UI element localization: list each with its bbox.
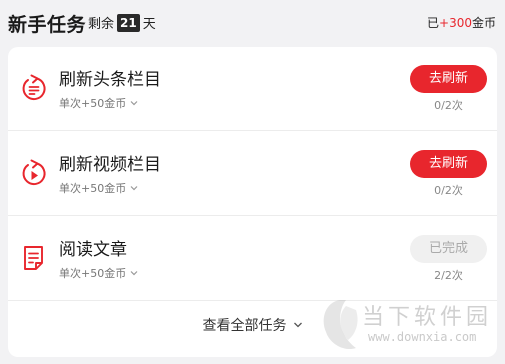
task-reward-label: 单次+50金币 — [59, 97, 127, 110]
refresh-video-button[interactable]: 去刷新 — [410, 150, 487, 178]
row-divider — [8, 130, 497, 131]
task-name: 刷新头条栏目 — [59, 70, 161, 90]
chevron-down-icon — [130, 186, 138, 191]
task-progress: 0/2次 — [434, 184, 463, 197]
chevron-down-icon — [130, 101, 138, 106]
earned-coins: 已+300金币 — [427, 14, 496, 31]
task-row: 刷新头条栏目 单次+50金币 去刷新 0/2次 — [8, 47, 497, 131]
page-title: 新手任务 — [8, 14, 87, 36]
earned-suffix: 金币 — [471, 16, 496, 30]
task-reward-label: 单次+50金币 — [59, 182, 127, 195]
task-progress: 0/2次 — [434, 99, 463, 112]
task-header: 新手任务 剩余 21 天 已+300金币 — [0, 0, 505, 44]
watermark-url: www.downxia.com — [368, 330, 477, 344]
remaining-prefix: 剩余 — [88, 17, 115, 32]
task-name: 阅读文章 — [59, 240, 127, 260]
remaining-suffix: 天 — [142, 17, 156, 32]
chevron-down-icon — [293, 322, 302, 328]
task-reward[interactable]: 单次+50金币 — [59, 265, 138, 281]
refresh-headline-button[interactable]: 去刷新 — [410, 65, 487, 93]
task-progress: 2/2次 — [434, 269, 463, 282]
refresh-list-icon — [22, 74, 46, 101]
remaining-days: 剩余 21 天 — [88, 13, 156, 32]
watermark-text: 当下软件园 — [362, 305, 493, 330]
completed-button: 已完成 — [410, 235, 487, 263]
days-count-badge: 21 — [117, 13, 140, 32]
row-divider — [8, 215, 497, 216]
article-icon — [24, 246, 43, 270]
chevron-down-icon — [130, 271, 138, 276]
view-all-label: 查看全部任务 — [202, 318, 287, 334]
task-reward-label: 单次+50金币 — [59, 267, 127, 280]
refresh-video-icon — [22, 159, 46, 186]
earned-prefix: 已 — [427, 16, 440, 30]
earned-amount: +300 — [439, 16, 472, 30]
task-row: 刷新视频栏目 单次+50金币 去刷新 0/2次 — [8, 132, 497, 216]
task-name: 刷新视频栏目 — [59, 155, 161, 175]
task-row: 阅读文章 单次+50金币 已完成 2/2次 — [8, 217, 497, 301]
task-reward[interactable]: 单次+50金币 — [59, 95, 138, 111]
task-reward[interactable]: 单次+50金币 — [59, 180, 138, 196]
